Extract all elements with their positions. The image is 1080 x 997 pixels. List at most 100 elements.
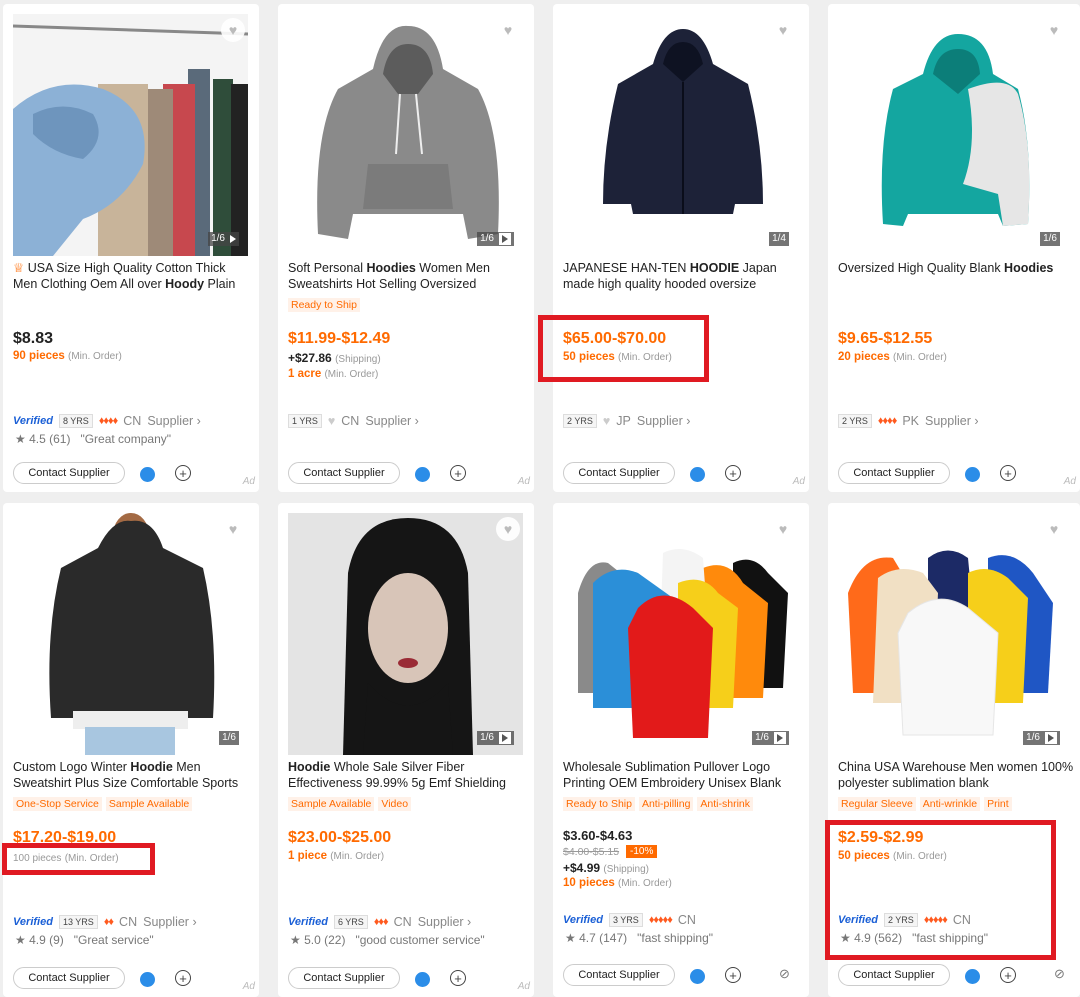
diamond-rating-icon: ♦♦♦♦ (877, 415, 897, 427)
supplier-info[interactable]: 2 YRS ♥ JP Supplier › (563, 414, 690, 428)
product-card[interactable]: ♥ 1/4 JAPANESE HAN-TEN HOODIE Japan made… (553, 4, 809, 492)
product-title[interactable]: Hoodie Whole Sale Silver Fiber Effective… (288, 759, 526, 793)
shipping-cost: +$4.99 (Shipping) (563, 861, 649, 875)
supplier-info[interactable]: 1 YRS ♥ CN Supplier › (288, 414, 419, 428)
supplier-info[interactable]: 2 YRS ♦♦♦♦ PK Supplier › (838, 414, 979, 428)
contact-supplier-button[interactable]: Contact Supplier (563, 964, 675, 986)
chat-icon[interactable] (140, 467, 155, 482)
product-title[interactable]: ♕ USA Size High Quality Cotton Thick Men… (13, 260, 251, 294)
product-image[interactable] (288, 513, 523, 755)
product-title[interactable]: China USA Warehouse Men women 100% polye… (838, 759, 1076, 793)
add-compare-icon[interactable]: + (175, 465, 191, 481)
contact-supplier-button[interactable]: Contact Supplier (838, 964, 950, 986)
supplier-country: JP (616, 414, 631, 428)
favorite-heart-icon[interactable]: ♥ (221, 517, 245, 541)
favorite-heart-icon[interactable]: ♥ (221, 18, 245, 42)
image-counter: 1/6 (752, 731, 789, 745)
tag-print: Print (984, 797, 1012, 811)
product-image[interactable] (288, 14, 523, 256)
supplier-info[interactable]: Verified 6 YRS ♦♦♦ CN Supplier › (288, 915, 471, 929)
image-counter: 1/6 (219, 731, 239, 745)
supplier-link[interactable]: Supplier › (143, 915, 197, 929)
years-badge: 3 YRS (608, 913, 643, 927)
product-title[interactable]: Oversized High Quality Blank Hoodies (838, 260, 1076, 294)
contact-supplier-button[interactable]: Contact Supplier (288, 462, 400, 484)
chat-icon[interactable] (690, 467, 705, 482)
highlight-box-price-card3 (538, 315, 709, 382)
product-title[interactable]: Soft Personal Hoodies Women Men Sweatshi… (288, 260, 526, 294)
tag-regular-sleeve: Regular Sleeve (838, 797, 916, 811)
supplier-info[interactable]: Verified 3 YRS ♦♦♦♦♦ CN (563, 913, 696, 927)
add-compare-icon[interactable]: + (725, 465, 741, 481)
product-image[interactable] (13, 513, 248, 755)
add-compare-icon[interactable]: + (725, 967, 741, 983)
chat-icon[interactable] (690, 969, 705, 984)
hide-eye-icon[interactable]: ⊘ (1054, 966, 1065, 982)
product-card[interactable]: ♥ 1/6 Custom Logo Winter Hoodie Men Swea… (3, 503, 259, 997)
years-badge: 8 YRS (58, 414, 93, 428)
years-badge: 13 YRS (58, 915, 98, 929)
diamond-rating-icon: ♦♦♦ (373, 916, 389, 928)
contact-supplier-button[interactable]: Contact Supplier (563, 462, 675, 484)
supplier-link[interactable]: Supplier › (925, 414, 979, 428)
min-order: 10 pieces (Min. Order) (563, 877, 672, 889)
image-counter: 1/6 (477, 731, 514, 745)
image-counter: 1/4 (769, 232, 789, 246)
product-card[interactable]: ♥ 1/6 Wholesale Sublimation Pullover Log… (553, 503, 809, 997)
favorite-heart-icon[interactable]: ♥ (1042, 18, 1066, 42)
product-image[interactable] (13, 14, 248, 256)
chat-icon[interactable] (415, 972, 430, 987)
min-order: 1 acre (Min. Order) (288, 368, 379, 380)
ad-label: Ad (517, 476, 530, 487)
chat-icon[interactable] (965, 467, 980, 482)
product-title[interactable]: JAPANESE HAN-TEN HOODIE Japan made high … (563, 260, 801, 294)
verified-badge: Verified (13, 916, 53, 928)
add-compare-icon[interactable]: + (1000, 967, 1016, 983)
product-image[interactable] (563, 513, 798, 755)
chat-icon[interactable] (965, 969, 980, 984)
product-card[interactable]: ♥ 1/6 Oversized High Quality Blank Hoodi… (828, 4, 1080, 492)
contact-supplier-button[interactable]: Contact Supplier (13, 462, 125, 484)
favorite-heart-icon[interactable]: ♥ (771, 517, 795, 541)
highlight-box-moq-card5 (2, 843, 155, 875)
favorite-heart-icon[interactable]: ♥ (496, 18, 520, 42)
product-image[interactable] (838, 14, 1073, 256)
supplier-link[interactable]: Supplier › (637, 414, 691, 428)
product-tags: Sample Available Video (288, 797, 412, 811)
add-compare-icon[interactable]: + (1000, 465, 1016, 481)
product-title[interactable]: Custom Logo Winter Hoodie Men Sweatshirt… (13, 759, 251, 793)
supplier-link[interactable]: Supplier › (147, 414, 201, 428)
supplier-link[interactable]: Supplier › (365, 414, 419, 428)
supplier-info[interactable]: Verified 8 YRS ♦♦♦♦ CN Supplier › (13, 414, 201, 428)
product-price: $11.99-$12.49 (288, 330, 391, 347)
product-image[interactable] (563, 14, 798, 256)
add-compare-icon[interactable]: + (450, 465, 466, 481)
chat-icon[interactable] (415, 467, 430, 482)
favorite-heart-icon[interactable]: ♥ (771, 18, 795, 42)
ad-label: Ad (242, 981, 255, 992)
favorite-heart-icon[interactable]: ♥ (1042, 517, 1066, 541)
hide-eye-icon[interactable]: ⊘ (779, 966, 790, 982)
chat-icon[interactable] (140, 972, 155, 987)
product-title[interactable]: Wholesale Sublimation Pullover Logo Prin… (563, 759, 801, 793)
add-compare-icon[interactable]: + (450, 970, 466, 986)
verified-badge: Verified (13, 415, 53, 427)
contact-supplier-button[interactable]: Contact Supplier (13, 967, 125, 989)
review-rating: ★ 4.7 (147) "fast shipping" (565, 931, 714, 945)
product-card[interactable]: ♥ 1/6 Hoodie Whole Sale Silver Fiber Eff… (278, 503, 534, 997)
product-card[interactable]: ♥ 1/6 ♕ USA Size High Quality Cotton Thi… (3, 4, 259, 492)
years-badge: 6 YRS (333, 915, 368, 929)
contact-supplier-button[interactable]: Contact Supplier (288, 967, 400, 989)
supplier-country: PK (902, 414, 919, 428)
supplier-info[interactable]: Verified 13 YRS ♦♦ CN Supplier › (13, 915, 197, 929)
add-compare-icon[interactable]: + (175, 970, 191, 986)
ad-label: Ad (1063, 476, 1076, 487)
min-order: 20 pieces (Min. Order) (838, 351, 947, 363)
verified-badge: Verified (288, 916, 328, 928)
supplier-link[interactable]: Supplier › (418, 915, 472, 929)
favorite-heart-icon[interactable]: ♥ (496, 517, 520, 541)
product-card[interactable]: ♥ 1/6 Soft Personal Hoodies Women Men Sw… (278, 4, 534, 492)
contact-supplier-button[interactable]: Contact Supplier (838, 462, 950, 484)
product-image[interactable] (838, 513, 1073, 755)
supplier-country: CN (119, 915, 138, 929)
